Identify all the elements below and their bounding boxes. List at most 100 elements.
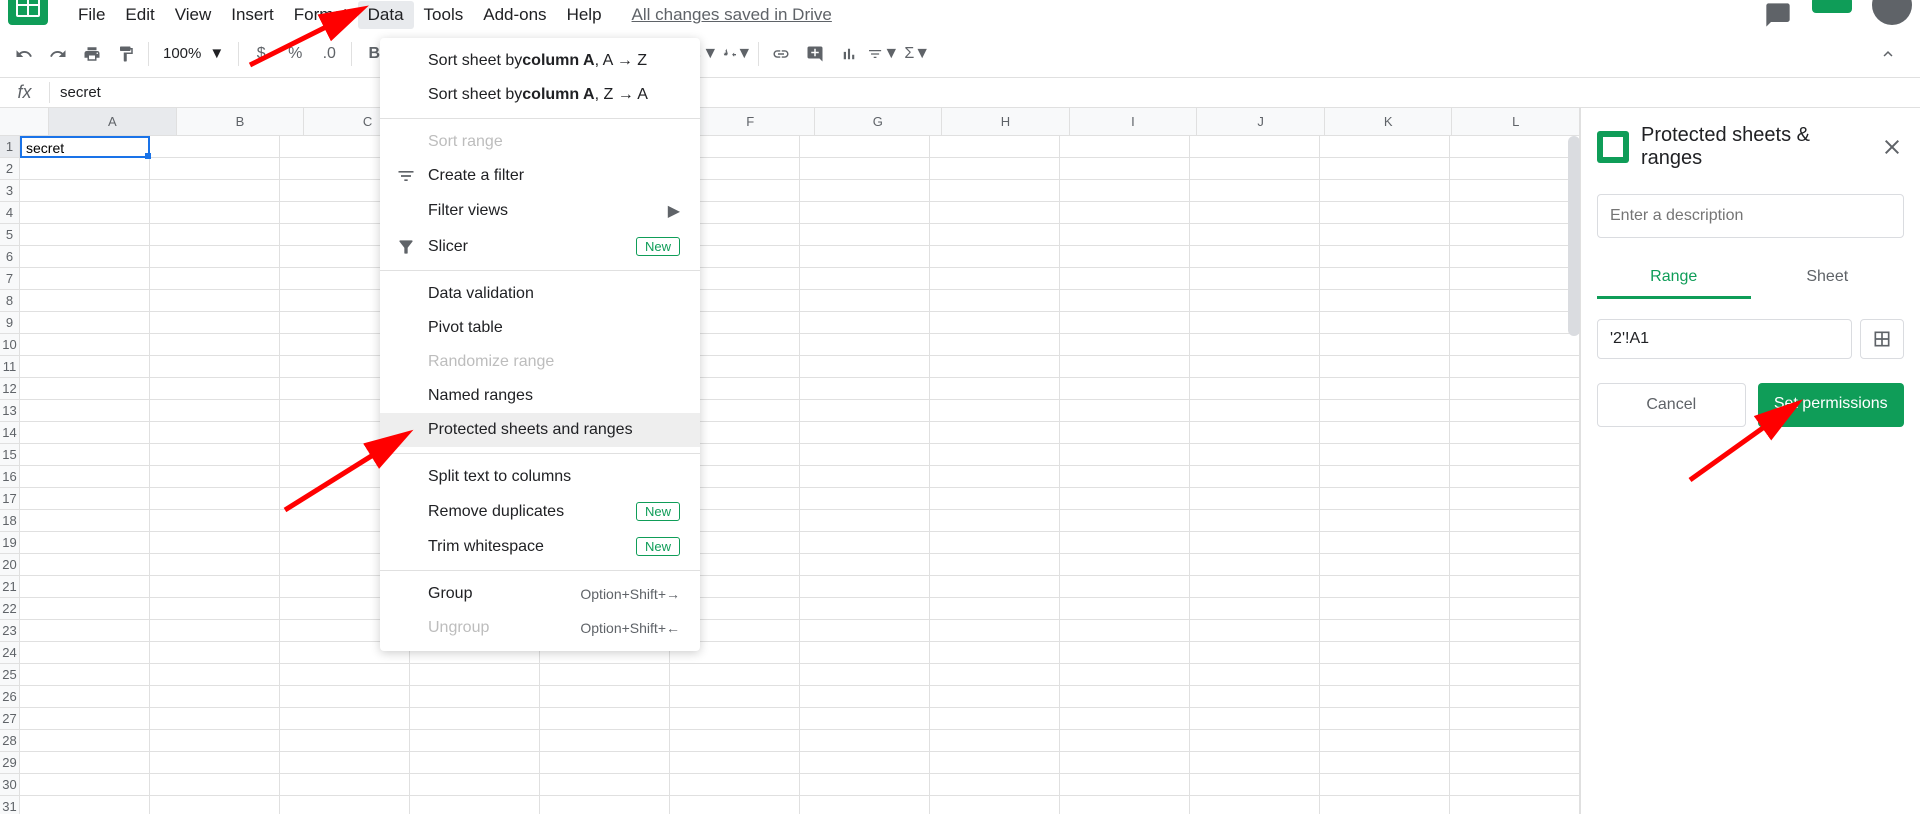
cell[interactable] — [1060, 158, 1190, 180]
menu-format[interactable]: Format — [284, 1, 358, 29]
cell[interactable] — [1190, 290, 1320, 312]
row-header[interactable]: 11 — [0, 356, 19, 378]
cell[interactable] — [1190, 312, 1320, 334]
cell[interactable] — [1320, 224, 1450, 246]
cell[interactable] — [800, 290, 930, 312]
cell[interactable] — [930, 400, 1060, 422]
col-header-h[interactable]: H — [942, 108, 1070, 135]
cell[interactable] — [20, 752, 150, 774]
group[interactable]: GroupOption+Shift+→ — [380, 577, 700, 611]
cell[interactable] — [1190, 532, 1320, 554]
row-header[interactable]: 30 — [0, 774, 19, 796]
row-header[interactable]: 24 — [0, 642, 19, 664]
cell[interactable] — [540, 752, 670, 774]
cell[interactable] — [930, 664, 1060, 686]
cell[interactable] — [1450, 510, 1580, 532]
cell[interactable] — [20, 466, 150, 488]
cell[interactable] — [280, 774, 410, 796]
cell[interactable] — [20, 510, 150, 532]
row-header[interactable]: 20 — [0, 554, 19, 576]
cell[interactable] — [800, 554, 930, 576]
cell[interactable] — [1190, 356, 1320, 378]
cell[interactable] — [1060, 312, 1190, 334]
cell[interactable] — [670, 774, 800, 796]
cell[interactable] — [1190, 422, 1320, 444]
cell[interactable] — [930, 620, 1060, 642]
cell[interactable] — [540, 774, 670, 796]
cell[interactable] — [1060, 796, 1190, 814]
cell[interactable] — [150, 180, 280, 202]
split-text[interactable]: Split text to columns — [380, 460, 700, 494]
cell[interactable] — [1320, 488, 1450, 510]
cell[interactable] — [1450, 158, 1580, 180]
cell[interactable]: secret — [20, 136, 150, 158]
row-header[interactable]: 22 — [0, 598, 19, 620]
cell[interactable] — [930, 466, 1060, 488]
cell[interactable] — [930, 180, 1060, 202]
cell[interactable] — [800, 510, 930, 532]
cell[interactable] — [150, 620, 280, 642]
cell[interactable] — [1060, 642, 1190, 664]
cell[interactable] — [1320, 708, 1450, 730]
cell[interactable] — [1450, 180, 1580, 202]
filter-views[interactable]: Filter views▶ — [380, 193, 700, 229]
remove-duplicates[interactable]: Remove duplicatesNew — [380, 494, 700, 529]
cell[interactable] — [20, 796, 150, 814]
menu-addons[interactable]: Add-ons — [473, 1, 556, 29]
cell[interactable] — [930, 708, 1060, 730]
cell[interactable] — [1320, 576, 1450, 598]
cell[interactable] — [1190, 158, 1320, 180]
cell[interactable] — [150, 378, 280, 400]
cell[interactable] — [670, 664, 800, 686]
slicer[interactable]: SlicerNew — [380, 229, 700, 264]
cell[interactable] — [930, 334, 1060, 356]
cell[interactable] — [1060, 224, 1190, 246]
cell[interactable] — [150, 136, 280, 158]
formula-input[interactable]: secret — [50, 84, 1920, 101]
cell[interactable] — [150, 400, 280, 422]
cell[interactable] — [1190, 378, 1320, 400]
row-header[interactable]: 2 — [0, 158, 19, 180]
cell[interactable] — [540, 664, 670, 686]
cell[interactable] — [410, 752, 540, 774]
cell[interactable] — [800, 532, 930, 554]
cell[interactable] — [280, 686, 410, 708]
cell[interactable] — [540, 708, 670, 730]
cell[interactable] — [930, 136, 1060, 158]
cell[interactable] — [280, 664, 410, 686]
cell[interactable] — [1320, 378, 1450, 400]
cell[interactable] — [930, 510, 1060, 532]
cell[interactable] — [20, 730, 150, 752]
pivot-table[interactable]: Pivot table — [380, 311, 700, 345]
menu-insert[interactable]: Insert — [221, 1, 284, 29]
row-header[interactable]: 3 — [0, 180, 19, 202]
filter-button[interactable]: ▼ — [867, 38, 899, 70]
cell[interactable] — [1320, 774, 1450, 796]
row-header[interactable]: 1 — [0, 136, 19, 158]
menu-tools[interactable]: Tools — [414, 1, 474, 29]
undo-button[interactable] — [8, 38, 40, 70]
percent-button[interactable]: % — [279, 38, 311, 70]
cell[interactable] — [20, 708, 150, 730]
cell[interactable] — [1320, 356, 1450, 378]
row-header[interactable]: 29 — [0, 752, 19, 774]
cell[interactable] — [1190, 246, 1320, 268]
cell[interactable] — [280, 708, 410, 730]
cell[interactable] — [1060, 730, 1190, 752]
cell[interactable] — [1450, 202, 1580, 224]
cell[interactable] — [150, 224, 280, 246]
cell[interactable] — [800, 400, 930, 422]
cell[interactable] — [1320, 158, 1450, 180]
cell[interactable] — [20, 576, 150, 598]
cell[interactable] — [800, 708, 930, 730]
menu-view[interactable]: View — [165, 1, 222, 29]
row-header[interactable]: 5 — [0, 224, 19, 246]
cell[interactable] — [800, 378, 930, 400]
cell[interactable] — [1190, 400, 1320, 422]
cell[interactable] — [20, 532, 150, 554]
cell[interactable] — [1320, 752, 1450, 774]
cell[interactable] — [1450, 730, 1580, 752]
cell[interactable] — [930, 532, 1060, 554]
cell[interactable] — [150, 290, 280, 312]
cancel-button[interactable]: Cancel — [1597, 383, 1746, 427]
